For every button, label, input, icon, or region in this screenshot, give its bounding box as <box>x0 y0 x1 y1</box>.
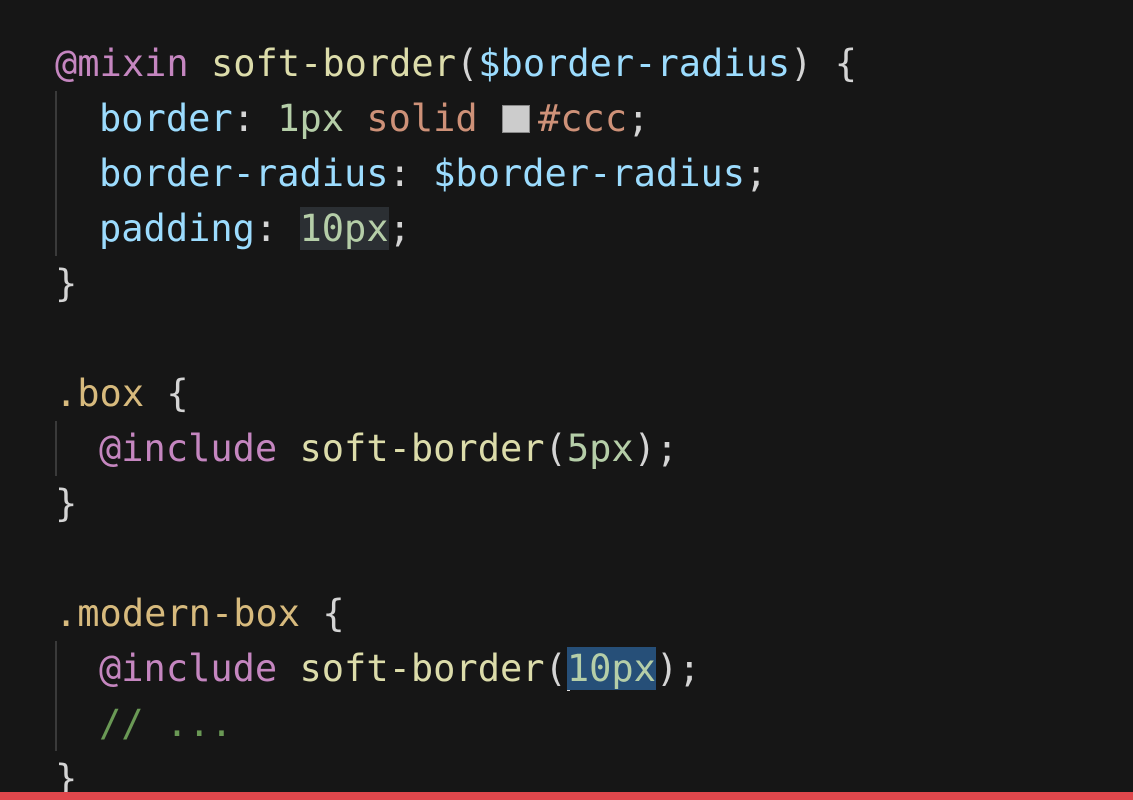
code-line[interactable]: @include soft-border(5px); <box>55 421 857 476</box>
code-token: padding <box>99 207 255 250</box>
code-line[interactable]: @include soft-border(10px); <box>55 641 857 696</box>
code-token: } <box>55 757 78 792</box>
code-token: $border-radius <box>433 152 746 195</box>
code-token: // ... <box>99 702 233 745</box>
code-token: @include <box>99 427 278 470</box>
code-token: ( <box>544 647 567 690</box>
indent-guide <box>55 421 99 476</box>
indent-guide <box>55 696 99 751</box>
code-line[interactable] <box>55 531 857 586</box>
color-swatch-icon[interactable] <box>502 105 530 133</box>
code-token: ; <box>745 152 768 195</box>
indent-guide <box>55 91 99 146</box>
code-token: 1px <box>277 97 345 140</box>
code-line[interactable]: @mixin soft-border($border-radius) { <box>55 36 857 91</box>
code-token: soft-border <box>299 427 545 470</box>
code-line[interactable]: // ... <box>55 696 857 751</box>
code-line[interactable]: .modern-box { <box>55 586 857 641</box>
code-token: solid <box>366 97 478 140</box>
code-line[interactable]: } <box>55 256 857 311</box>
code-token: border-radius <box>99 152 389 195</box>
code-token: : <box>232 97 278 140</box>
code-token: @include <box>99 647 278 690</box>
code-token: soft-border <box>210 42 456 85</box>
code-token: ) { <box>790 42 857 85</box>
code-token: { <box>300 592 345 635</box>
code-token: 10px <box>299 207 389 250</box>
code-area[interactable]: @mixin soft-border($border-radius) {bord… <box>55 36 857 792</box>
selected-text: 10px <box>566 647 656 690</box>
code-token: ( <box>455 42 479 85</box>
code-token: ; <box>627 97 650 140</box>
code-line[interactable]: border: 1px solid #ccc; <box>55 91 857 146</box>
code-token: } <box>55 262 78 305</box>
code-line[interactable]: } <box>55 751 857 792</box>
code-token: ); <box>633 427 679 470</box>
code-token: 5px <box>566 427 634 470</box>
code-line[interactable]: } <box>55 476 857 531</box>
code-token: { <box>144 372 189 415</box>
code-token: } <box>55 482 78 525</box>
code-token: #ccc <box>538 97 628 140</box>
code-token: ( <box>544 427 567 470</box>
code-token: : <box>388 152 434 195</box>
code-line[interactable] <box>55 311 857 366</box>
indent-guide <box>55 641 99 696</box>
code-token: @mixin <box>55 42 189 85</box>
indent-guide <box>55 146 99 201</box>
progress-bar <box>0 792 1133 800</box>
code-line[interactable]: padding: 10px; <box>55 201 857 256</box>
code-token: .modern-box <box>55 592 301 635</box>
code-line[interactable]: border-radius: $border-radius; <box>55 146 857 201</box>
code-token: ; <box>388 207 411 250</box>
code-token: : <box>254 207 300 250</box>
code-token: ); <box>655 647 701 690</box>
code-token: soft-border <box>299 647 545 690</box>
code-editor[interactable]: @mixin soft-border($border-radius) {bord… <box>0 0 1133 792</box>
code-token: .box <box>55 372 145 415</box>
code-token: $border-radius <box>478 42 791 85</box>
indent-guide <box>55 201 99 256</box>
code-line[interactable]: .box { <box>55 366 857 421</box>
code-token: border <box>99 97 233 140</box>
